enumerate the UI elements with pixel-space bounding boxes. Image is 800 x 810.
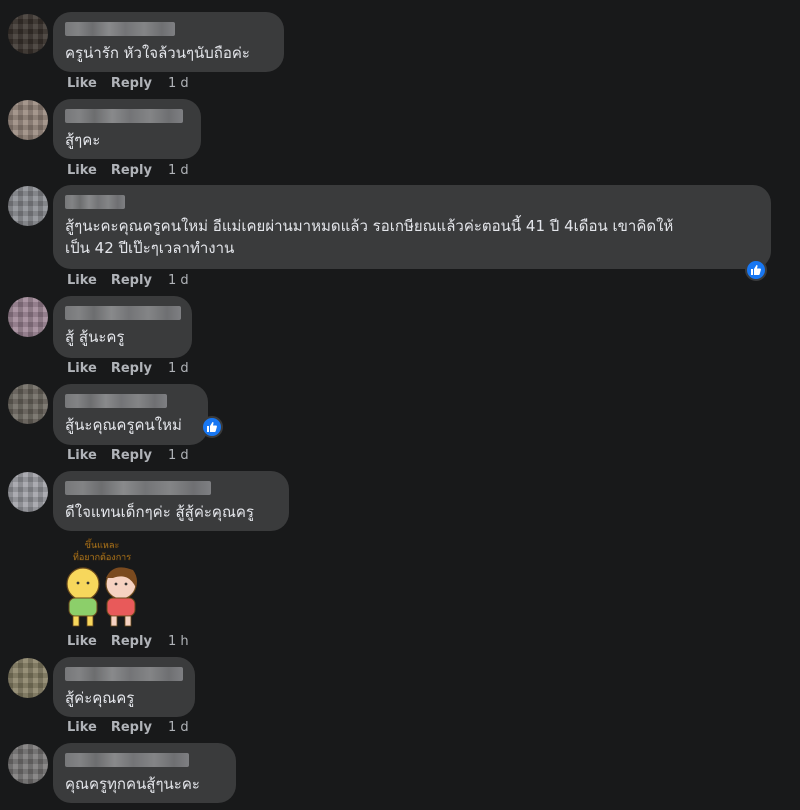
reply-link[interactable]: Reply — [111, 448, 152, 463]
comment-bubble: สู้ สู้นะครู — [53, 296, 192, 358]
comment-time[interactable]: 1 d — [168, 273, 189, 288]
svg-text:ที่อยากต้องการ: ที่อยากต้องการ — [73, 550, 131, 563]
comment-bubble: คุณครูทุกคนสู้ๆนะคะ — [53, 743, 236, 803]
avatar[interactable] — [8, 472, 48, 512]
comment-bubble: สู้นะคุณครูคนใหม่ — [53, 384, 208, 445]
comment-text: สู้ สู้นะครู — [65, 328, 125, 346]
commenter-name[interactable] — [65, 394, 167, 408]
comment-text: ครูน่ารัก หัวใจล้วนๆนับถือค่ะ — [65, 44, 250, 62]
reply-link[interactable]: Reply — [111, 720, 152, 735]
commenter-name[interactable] — [65, 481, 211, 495]
comment-bubble: สู้ๆคะ — [53, 99, 201, 159]
avatar[interactable] — [8, 186, 48, 226]
like-link[interactable]: Like — [67, 273, 97, 288]
comment-time[interactable]: 1 h — [168, 634, 189, 649]
comment-bubble: สู้ๆนะคะคุณครูคนใหม่ อีแม่เคยผ่านมาหมดแล… — [53, 185, 771, 269]
like-link[interactable]: Like — [67, 448, 97, 463]
like-reaction-icon[interactable] — [745, 259, 767, 281]
comment-text: คุณครูทุกคนสู้ๆนะคะ — [65, 775, 200, 793]
comment-bubble: ครูน่ารัก หัวใจล้วนๆนับถือค่ะ — [53, 12, 284, 72]
comment-text: สู้ๆคะ — [65, 131, 101, 149]
svg-text:ขึ้นแหละ: ขึ้นแหละ — [85, 538, 120, 551]
comment-time[interactable]: 1 d — [168, 720, 189, 735]
reply-link[interactable]: Reply — [111, 634, 152, 649]
comment-time[interactable]: 1 d — [168, 361, 189, 376]
like-link[interactable]: Like — [67, 163, 97, 178]
commenter-name[interactable] — [65, 109, 183, 123]
comment-time[interactable]: 1 d — [168, 448, 189, 463]
like-link[interactable]: Like — [67, 720, 97, 735]
reply-link[interactable]: Reply — [111, 273, 152, 288]
avatar[interactable] — [8, 384, 48, 424]
commenter-name[interactable] — [65, 306, 181, 320]
commenter-name[interactable] — [65, 753, 189, 767]
avatar[interactable] — [8, 658, 48, 698]
comment-time[interactable]: 1 d — [168, 163, 189, 178]
comment-time[interactable]: 1 d — [168, 76, 189, 91]
commenter-name[interactable] — [65, 22, 175, 36]
comment-text: สู้ๆนะคะคุณครูคนใหม่ อีแม่เคยผ่านมาหมดแล… — [65, 217, 674, 257]
commenter-name[interactable] — [65, 667, 183, 681]
commenter-name[interactable] — [65, 195, 125, 209]
comment-text: ดีใจแทนเด็กๆค่ะ สู้สู้ค่ะคุณครู — [65, 503, 254, 521]
avatar[interactable] — [8, 744, 48, 784]
like-link[interactable]: Like — [67, 76, 97, 91]
comment-bubble: ดีใจแทนเด็กๆค่ะ สู้สู้ค่ะคุณครู — [53, 471, 289, 531]
like-link[interactable]: Like — [67, 634, 97, 649]
avatar[interactable] — [8, 14, 48, 54]
avatar[interactable] — [8, 100, 48, 140]
reply-link[interactable]: Reply — [111, 163, 152, 178]
sticker-image[interactable]: ขึ้นแหละ ที่อยากต้องการ — [53, 538, 151, 630]
comment-bubble: สู้ค่ะคุณครู — [53, 657, 195, 717]
comment-text: สู้ค่ะคุณครู — [65, 689, 135, 707]
reply-link[interactable]: Reply — [111, 76, 152, 91]
reply-link[interactable]: Reply — [111, 361, 152, 376]
like-reaction-icon[interactable] — [201, 416, 223, 438]
avatar[interactable] — [8, 297, 48, 337]
like-link[interactable]: Like — [67, 361, 97, 376]
comment-text: สู้นะคุณครูคนใหม่ — [65, 416, 182, 434]
